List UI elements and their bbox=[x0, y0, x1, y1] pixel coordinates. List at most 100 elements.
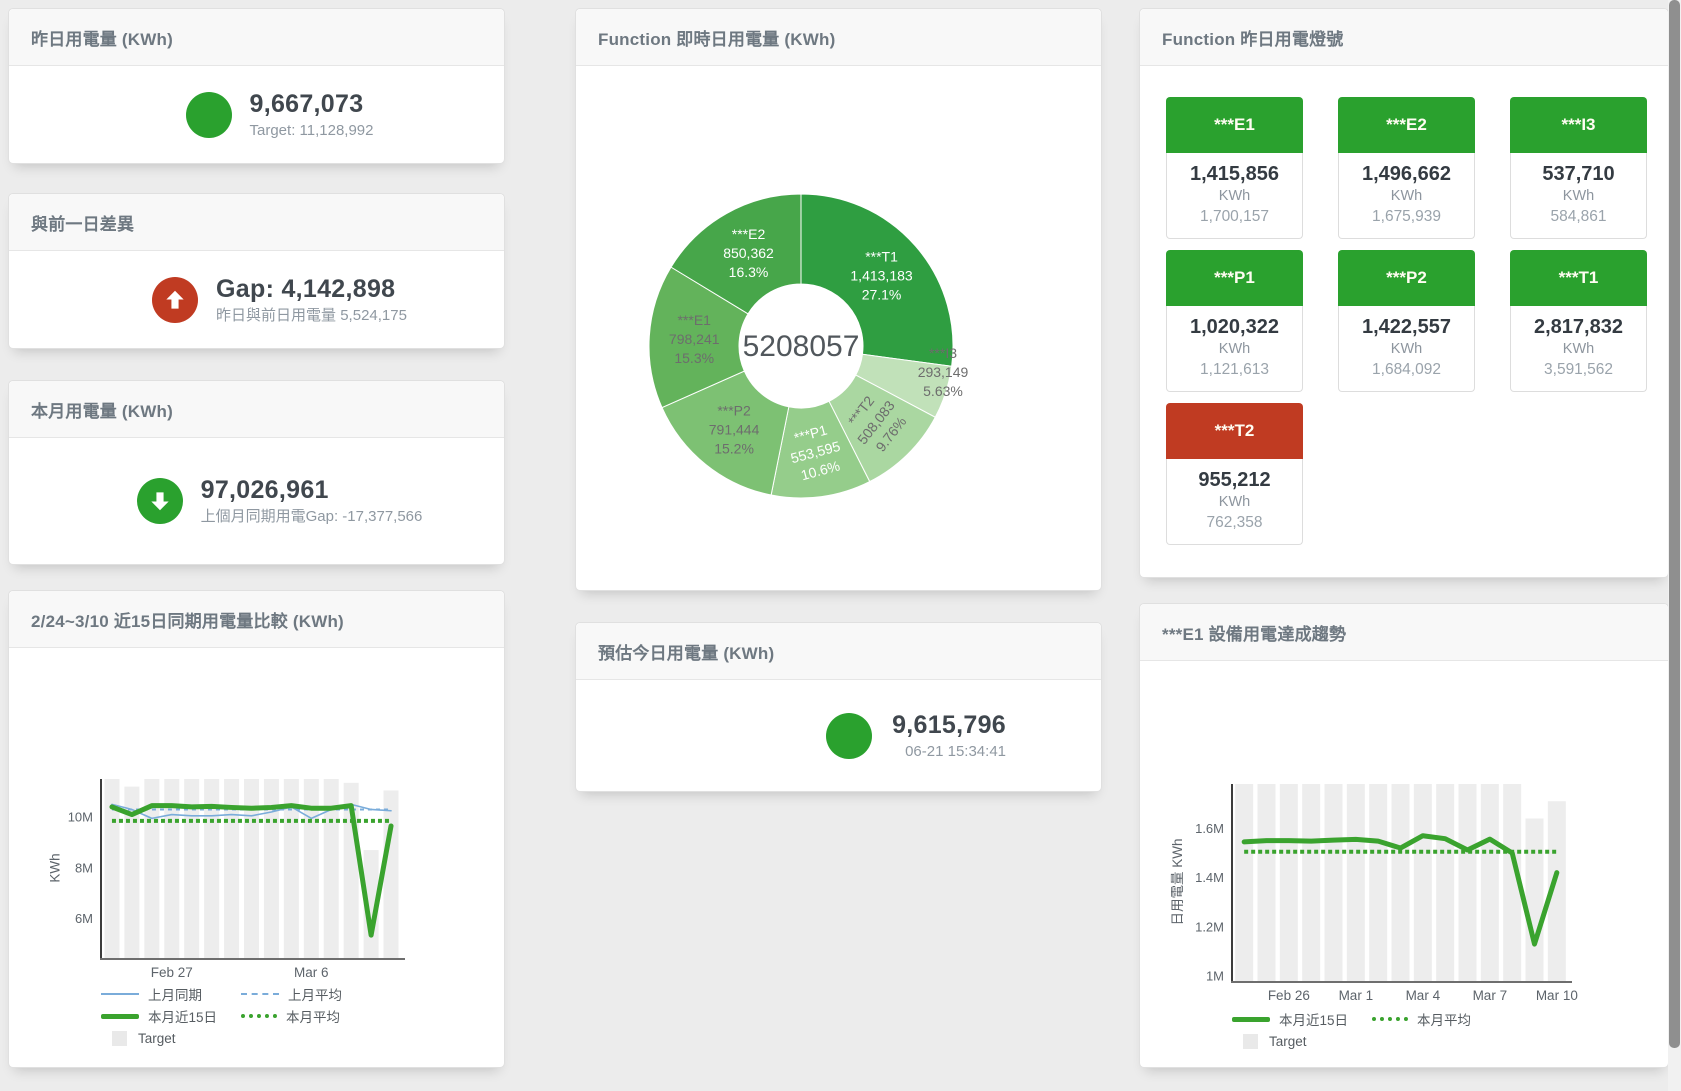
tile-unit: KWh bbox=[1339, 187, 1474, 206]
tile-name: ***P2 bbox=[1338, 250, 1475, 306]
month-usage-value: 97,026,961 bbox=[201, 475, 423, 505]
tile-body: 2,817,832KWh3,591,562 bbox=[1510, 306, 1647, 392]
status-circle-icon bbox=[186, 92, 232, 138]
svg-text:Mar 7: Mar 7 bbox=[1473, 988, 1508, 1003]
compare-legend: 上月同期 上月平均 本月近15日 本月平均 bbox=[101, 983, 381, 1049]
tile-target: 1,684,092 bbox=[1339, 359, 1474, 380]
y-axis-label: KWh bbox=[48, 853, 63, 882]
blue-dashed-line-icon bbox=[241, 993, 279, 995]
tile-target: 3,591,562 bbox=[1511, 359, 1646, 380]
tile-value: 1,422,557 bbox=[1339, 315, 1474, 340]
card-estimate-today: 預估今日用電量 (KWh) 9,615,796 06-21 15:34:41 bbox=[575, 622, 1102, 792]
day-gap-value: Gap: 4,142,898 bbox=[216, 274, 407, 304]
tile-unit: KWh bbox=[1511, 187, 1646, 206]
tile-unit: KWh bbox=[1511, 340, 1646, 359]
blue-line-icon bbox=[101, 993, 139, 995]
card-title: 預估今日用電量 (KWh) bbox=[576, 623, 1101, 680]
card-yesterday-status-lights: Function 昨日用電燈號 ***E11,415,856KWh1,700,1… bbox=[1139, 8, 1669, 578]
vertical-scrollbar[interactable] bbox=[1668, 0, 1681, 1091]
tile-value: 1,020,322 bbox=[1167, 315, 1302, 340]
tile-body: 955,212KWh762,358 bbox=[1166, 459, 1303, 545]
card-title: Function 昨日用電燈號 bbox=[1140, 9, 1668, 66]
status-tile: ***P11,020,322KWh1,121,613 bbox=[1166, 250, 1303, 392]
tile-value: 537,710 bbox=[1511, 162, 1646, 187]
svg-text:Mar 1: Mar 1 bbox=[1339, 988, 1374, 1003]
grey-square-icon bbox=[112, 1031, 127, 1046]
card-yesterday-usage: 昨日用電量 (KWh) 9,667,073 Target: 11,128,992 bbox=[8, 8, 505, 164]
tile-unit: KWh bbox=[1167, 493, 1302, 512]
tile-target: 1,675,939 bbox=[1339, 206, 1474, 227]
legend-item-last-month[interactable]: 上月同期 bbox=[101, 984, 241, 1004]
status-tile: ***T2955,212KWh762,358 bbox=[1166, 403, 1303, 545]
tile-name: ***T2 bbox=[1166, 403, 1303, 459]
card-title: 本月用電量 (KWh) bbox=[9, 381, 504, 438]
svg-text:1M: 1M bbox=[1206, 969, 1224, 984]
status-tile-grid: ***E11,415,856KWh1,700,157***E21,496,662… bbox=[1166, 97, 1656, 545]
green-dotted-line-icon bbox=[241, 1014, 277, 1018]
tile-name: ***E1 bbox=[1166, 97, 1303, 153]
day-gap-sub: 昨日與前日用電量 5,524,175 bbox=[216, 306, 407, 326]
legend-item-this-month[interactable]: 本月近15日 bbox=[1232, 1009, 1372, 1029]
estimate-value: 9,615,796 bbox=[892, 710, 1006, 740]
yesterday-usage-target: Target: 11,128,992 bbox=[250, 121, 374, 141]
green-dotted-line-icon bbox=[1372, 1017, 1408, 1021]
tile-value: 955,212 bbox=[1167, 468, 1302, 493]
svg-text:1.4M: 1.4M bbox=[1195, 870, 1224, 885]
card-day-gap: 與前一日差異 Gap: 4,142,898 昨日與前日用電量 5,524,175 bbox=[8, 193, 505, 349]
card-realtime-donut: Function 即時日用電量 (KWh) ***T11,413,18327.1… bbox=[575, 8, 1102, 591]
y-axis-label: 日用電量 KWh bbox=[1166, 838, 1186, 925]
legend-item-last-month-avg[interactable]: 上月平均 bbox=[241, 984, 381, 1004]
svg-text:Feb 26: Feb 26 bbox=[1268, 988, 1310, 1003]
tile-name: ***T1 bbox=[1510, 250, 1647, 306]
legend-item-target[interactable]: Target bbox=[1232, 1034, 1372, 1049]
tile-body: 1,496,662KWh1,675,939 bbox=[1338, 153, 1475, 239]
status-circle-icon bbox=[826, 713, 872, 759]
grey-square-icon bbox=[1243, 1034, 1258, 1049]
scrollbar-thumb[interactable] bbox=[1669, 0, 1680, 1048]
e1-trend-line-chart[interactable]: 1M1.2M1.4M1.6MFeb 26Mar 1Mar 4Mar 7Mar 1… bbox=[1140, 604, 1668, 1069]
arrow-down-icon bbox=[137, 478, 183, 524]
legend-item-this-month-avg[interactable]: 本月平均 bbox=[1372, 1009, 1512, 1029]
month-usage-gap: 上個月同期用電Gap: -17,377,566 bbox=[201, 507, 423, 527]
tile-unit: KWh bbox=[1167, 187, 1302, 206]
tile-body: 537,710KWh584,861 bbox=[1510, 153, 1647, 239]
tile-value: 1,415,856 bbox=[1167, 162, 1302, 187]
svg-text:10M: 10M bbox=[68, 810, 93, 825]
card-title: 與前一日差異 bbox=[9, 194, 504, 251]
svg-text:6M: 6M bbox=[75, 911, 93, 926]
tile-target: 584,861 bbox=[1511, 206, 1646, 227]
tile-value: 2,817,832 bbox=[1511, 315, 1646, 340]
trend-legend: 本月近15日 本月平均 Target bbox=[1232, 1008, 1512, 1052]
tile-body: 1,020,322KWh1,121,613 bbox=[1166, 306, 1303, 392]
svg-text:Mar 6: Mar 6 bbox=[294, 965, 329, 980]
legend-item-this-month[interactable]: 本月近15日 bbox=[101, 1006, 241, 1026]
status-tile: ***E11,415,856KWh1,700,157 bbox=[1166, 97, 1303, 239]
status-tile: ***P21,422,557KWh1,684,092 bbox=[1338, 250, 1475, 392]
arrow-up-icon bbox=[152, 277, 198, 323]
legend-item-target[interactable]: Target bbox=[101, 1031, 241, 1046]
tile-name: ***P1 bbox=[1166, 250, 1303, 306]
svg-text:Feb 27: Feb 27 bbox=[151, 965, 193, 980]
tile-target: 1,700,157 bbox=[1167, 206, 1302, 227]
svg-text:1.2M: 1.2M bbox=[1195, 919, 1224, 934]
card-e1-trend-chart: ***E1 設備用電達成趨勢 1M1.2M1.4M1.6MFeb 26Mar 1… bbox=[1139, 603, 1669, 1068]
tile-value: 1,496,662 bbox=[1339, 162, 1474, 187]
tile-unit: KWh bbox=[1167, 340, 1302, 359]
green-thick-line-icon bbox=[1232, 1017, 1270, 1022]
tile-target: 1,121,613 bbox=[1167, 359, 1302, 380]
tile-body: 1,422,557KWh1,684,092 bbox=[1338, 306, 1475, 392]
tile-unit: KWh bbox=[1339, 340, 1474, 359]
tile-name: ***E2 bbox=[1338, 97, 1475, 153]
card-title: 昨日用電量 (KWh) bbox=[9, 9, 504, 66]
status-tile: ***T12,817,832KWh3,591,562 bbox=[1510, 250, 1647, 392]
card-15day-compare-chart: 2/24~3/10 近15日同期用電量比較 (KWh) 6M8M10MFeb 2… bbox=[8, 590, 505, 1068]
status-tile: ***E21,496,662KWh1,675,939 bbox=[1338, 97, 1475, 239]
svg-text:1.6M: 1.6M bbox=[1195, 821, 1224, 836]
svg-text:5208057: 5208057 bbox=[743, 330, 860, 363]
legend-item-this-month-avg[interactable]: 本月平均 bbox=[241, 1006, 381, 1026]
status-tile: ***I3537,710KWh584,861 bbox=[1510, 97, 1647, 239]
green-thick-line-icon bbox=[101, 1014, 139, 1019]
function-usage-donut-chart[interactable]: ***T11,413,18327.1%***I3293,1495.63%***T… bbox=[576, 9, 1101, 590]
tile-body: 1,415,856KWh1,700,157 bbox=[1166, 153, 1303, 239]
tile-target: 762,358 bbox=[1167, 512, 1302, 533]
